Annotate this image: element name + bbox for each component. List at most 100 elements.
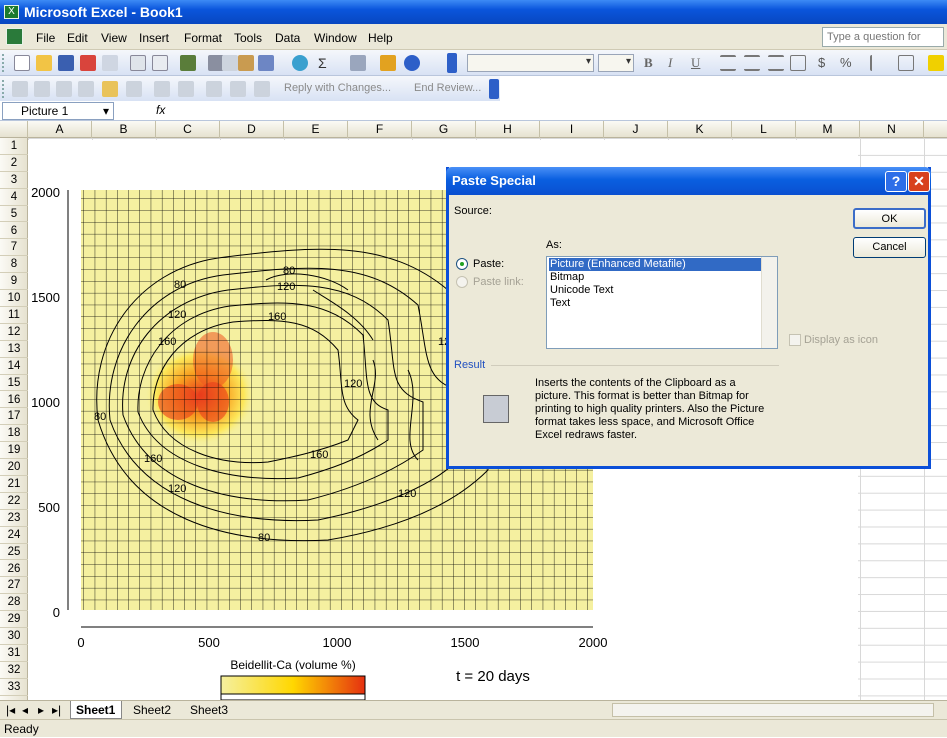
next-comment-icon[interactable] — [56, 81, 72, 97]
column-header-m[interactable]: M — [796, 121, 860, 138]
excel-doc-icon[interactable] — [6, 28, 23, 45]
menu-file[interactable]: File — [36, 31, 55, 45]
row-header[interactable]: 27 — [0, 577, 28, 595]
sort-icon[interactable] — [350, 55, 366, 71]
first-sheet-icon[interactable]: |◂ — [6, 701, 15, 719]
row-header[interactable]: 10 — [0, 290, 28, 307]
align-right-icon[interactable] — [768, 55, 784, 71]
row-header[interactable]: 31 — [0, 645, 28, 662]
paste-radio[interactable] — [456, 258, 468, 270]
column-header-a[interactable]: A — [28, 121, 92, 138]
as-listbox[interactable]: Picture (Enhanced Metafile) Bitmap Unico… — [546, 256, 778, 349]
autosum-icon[interactable]: Σ — [318, 55, 334, 71]
row-header[interactable]: 24 — [0, 527, 28, 544]
prev-sheet-icon[interactable]: ◂ — [22, 701, 28, 719]
row-header[interactable]: 9 — [0, 273, 28, 291]
row-header[interactable]: 28 — [0, 594, 28, 612]
row-header[interactable]: 2 — [0, 155, 28, 172]
fill-color-icon[interactable] — [928, 55, 944, 71]
menu-view[interactable]: View — [101, 31, 127, 45]
paste-link-radio[interactable] — [456, 276, 468, 288]
display-as-icon-checkbox[interactable] — [789, 334, 801, 346]
chart-wizard-icon[interactable] — [380, 55, 396, 71]
row-header[interactable]: 6 — [0, 223, 28, 240]
insert-function-icon[interactable]: fx — [156, 103, 165, 117]
copy-icon[interactable] — [222, 55, 238, 71]
row-header[interactable]: 1 — [0, 138, 28, 155]
row-header[interactable]: 32 — [0, 662, 28, 679]
row-header[interactable]: 33 — [0, 679, 28, 696]
paste-icon[interactable] — [238, 55, 254, 71]
row-header[interactable]: 23 — [0, 510, 28, 527]
close-icon[interactable]: ✕ — [908, 171, 930, 192]
show-comment-icon[interactable] — [78, 81, 94, 97]
last-sheet-icon[interactable]: ▸| — [52, 701, 61, 719]
print-preview-icon[interactable] — [152, 55, 168, 71]
help-search-input[interactable]: Type a question for help — [822, 27, 944, 61]
row-header[interactable]: 21 — [0, 476, 28, 493]
tab-sheet3[interactable]: Sheet3 — [186, 701, 242, 719]
column-header-j[interactable]: J — [604, 121, 668, 138]
create-task-icon[interactable] — [154, 81, 170, 97]
row-header[interactable]: 25 — [0, 544, 28, 561]
column-header-h[interactable]: H — [476, 121, 540, 138]
align-left-icon[interactable] — [720, 55, 736, 71]
help-icon[interactable] — [404, 55, 420, 71]
option-unicode-text[interactable]: Unicode Text — [549, 284, 761, 297]
excel-app-icon[interactable]: X — [4, 5, 19, 19]
reply-with-changes-button[interactable]: Reply with Changes... — [284, 82, 391, 94]
select-all-button[interactable] — [0, 121, 28, 138]
row-header[interactable]: 14 — [0, 358, 28, 375]
menu-data[interactable]: Data — [275, 31, 300, 45]
row-header[interactable]: 26 — [0, 561, 28, 578]
font-name-combo[interactable] — [467, 54, 594, 72]
email-icon[interactable] — [102, 55, 118, 71]
row-header[interactable]: 18 — [0, 425, 28, 443]
show-all-comments-icon[interactable] — [102, 81, 118, 97]
next-sheet-icon[interactable]: ▸ — [38, 701, 44, 719]
row-header[interactable]: 19 — [0, 442, 28, 460]
menu-tools[interactable]: Tools — [234, 31, 262, 45]
listbox-scrollbar[interactable] — [761, 257, 777, 348]
open-icon[interactable] — [36, 55, 52, 71]
row-header[interactable]: 15 — [0, 375, 28, 392]
borders-icon[interactable] — [898, 55, 914, 71]
option-picture[interactable]: Picture (Enhanced Metafile) — [549, 258, 761, 271]
row-header[interactable]: 4 — [0, 189, 28, 206]
column-header-g[interactable]: G — [412, 121, 476, 138]
bold-icon[interactable]: B — [644, 55, 660, 71]
update-file-icon[interactable] — [178, 81, 194, 97]
currency-icon[interactable]: $ — [818, 55, 834, 71]
indent-icon[interactable] — [870, 55, 886, 71]
ink-annotations-icon[interactable] — [230, 81, 246, 97]
column-header-c[interactable]: C — [156, 121, 220, 138]
send-to-mail-icon[interactable] — [206, 81, 222, 97]
row-header[interactable]: 12 — [0, 324, 28, 341]
dialog-title-bar[interactable]: Paste Special — [446, 167, 931, 195]
save-icon[interactable] — [58, 55, 74, 71]
view-ink-icon[interactable] — [254, 81, 270, 97]
toolbar-options-icon[interactable] — [489, 79, 499, 99]
row-header[interactable]: 22 — [0, 493, 28, 510]
toolbar-grip[interactable] — [2, 80, 5, 98]
menu-edit[interactable]: Edit — [67, 31, 88, 45]
column-header-k[interactable]: K — [668, 121, 732, 138]
menu-insert[interactable]: Insert — [139, 31, 169, 45]
cancel-button[interactable]: Cancel — [853, 237, 926, 258]
font-size-combo[interactable] — [598, 54, 634, 72]
horizontal-scrollbar[interactable] — [612, 703, 934, 717]
previous-comment-icon[interactable] — [34, 81, 50, 97]
name-box[interactable]: Picture 1 — [2, 102, 114, 120]
toolbar-options-icon[interactable] — [447, 53, 457, 73]
toolbar-grip[interactable] — [2, 54, 5, 72]
merge-center-icon[interactable] — [790, 55, 806, 71]
column-header-i[interactable]: I — [540, 121, 604, 138]
align-center-icon[interactable] — [744, 55, 760, 71]
new-comment-icon[interactable] — [12, 81, 28, 97]
tab-sheet1[interactable]: Sheet1 — [70, 701, 122, 719]
new-icon[interactable] — [14, 55, 30, 71]
row-header[interactable]: 8 — [0, 256, 28, 274]
help-icon[interactable]: ? — [885, 171, 907, 192]
row-header[interactable]: 29 — [0, 611, 28, 629]
delete-comment-icon[interactable] — [126, 81, 142, 97]
